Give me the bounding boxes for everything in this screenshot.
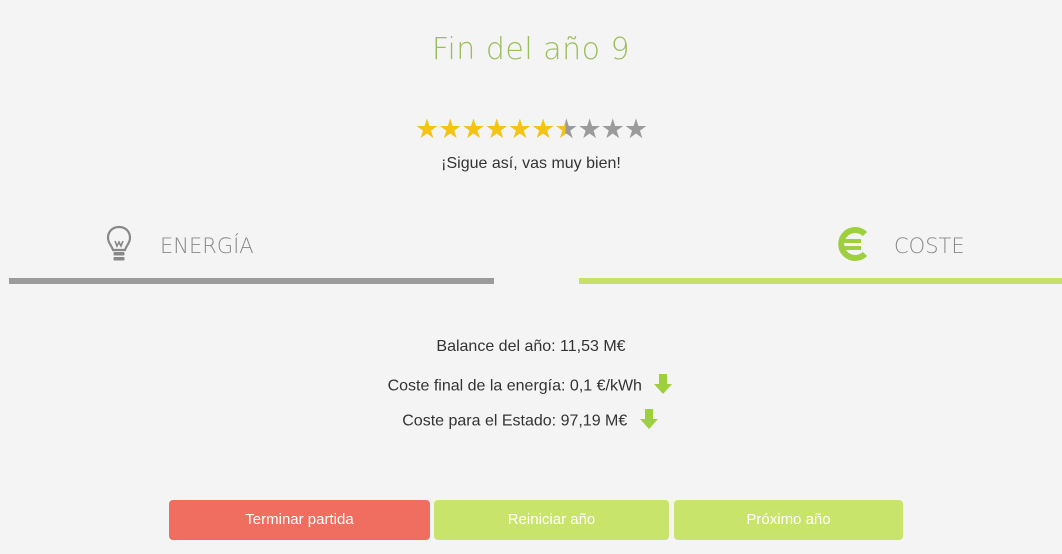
stat-state-cost: Coste para el Estado: 97,19 M€	[0, 408, 1062, 435]
next-year-button[interactable]: Próximo año	[674, 500, 903, 540]
star-icon: ★	[554, 114, 578, 144]
star-icon: ★	[484, 114, 509, 144]
euro-icon	[835, 226, 871, 267]
end-game-button[interactable]: Terminar partida	[169, 500, 430, 540]
star-icon: ★	[531, 114, 555, 144]
star-icon: ★	[438, 114, 462, 144]
star-icon: ★	[577, 114, 601, 144]
stat-state-cost-text: Coste para el Estado: 97,19 M€	[402, 412, 628, 430]
tab-energy-label: ENERGÍA	[160, 234, 254, 258]
rating-stars: ★★★★★★★★★★	[0, 114, 1062, 144]
stat-balance: Balance del año: 11,53 M€	[0, 338, 1062, 356]
tab-cost-label: COSTE	[894, 234, 965, 258]
stat-energy-cost-text: Coste final de la energía: 0,1 €/kWh	[387, 377, 642, 395]
page-title: Fin del año 9	[431, 32, 631, 67]
star-icon: ★	[623, 114, 648, 144]
restart-year-button[interactable]: Reiniciar año	[434, 500, 669, 540]
encouragement-message: ¡Sigue así, vas muy bien!	[441, 155, 621, 172]
tab-cost[interactable]: COSTE	[579, 222, 1062, 284]
stat-energy-cost: Coste final de la energía: 0,1 €/kWh	[0, 373, 1062, 400]
year-end-panel: Fin del año 9 ★★★★★★★★★★ ¡Sigue así, vas…	[0, 0, 1062, 554]
arrow-down-icon	[638, 408, 660, 435]
arrow-down-icon	[652, 373, 674, 400]
tab-energy[interactable]: ENERGÍA	[9, 222, 494, 284]
stat-balance-text: Balance del año: 11,53 M€	[436, 338, 626, 355]
lightbulb-icon	[105, 224, 133, 269]
star-icon: ★	[600, 114, 625, 144]
star-icon: ★	[414, 114, 439, 144]
star-icon: ★	[461, 114, 485, 144]
star-icon: ★	[507, 114, 532, 144]
